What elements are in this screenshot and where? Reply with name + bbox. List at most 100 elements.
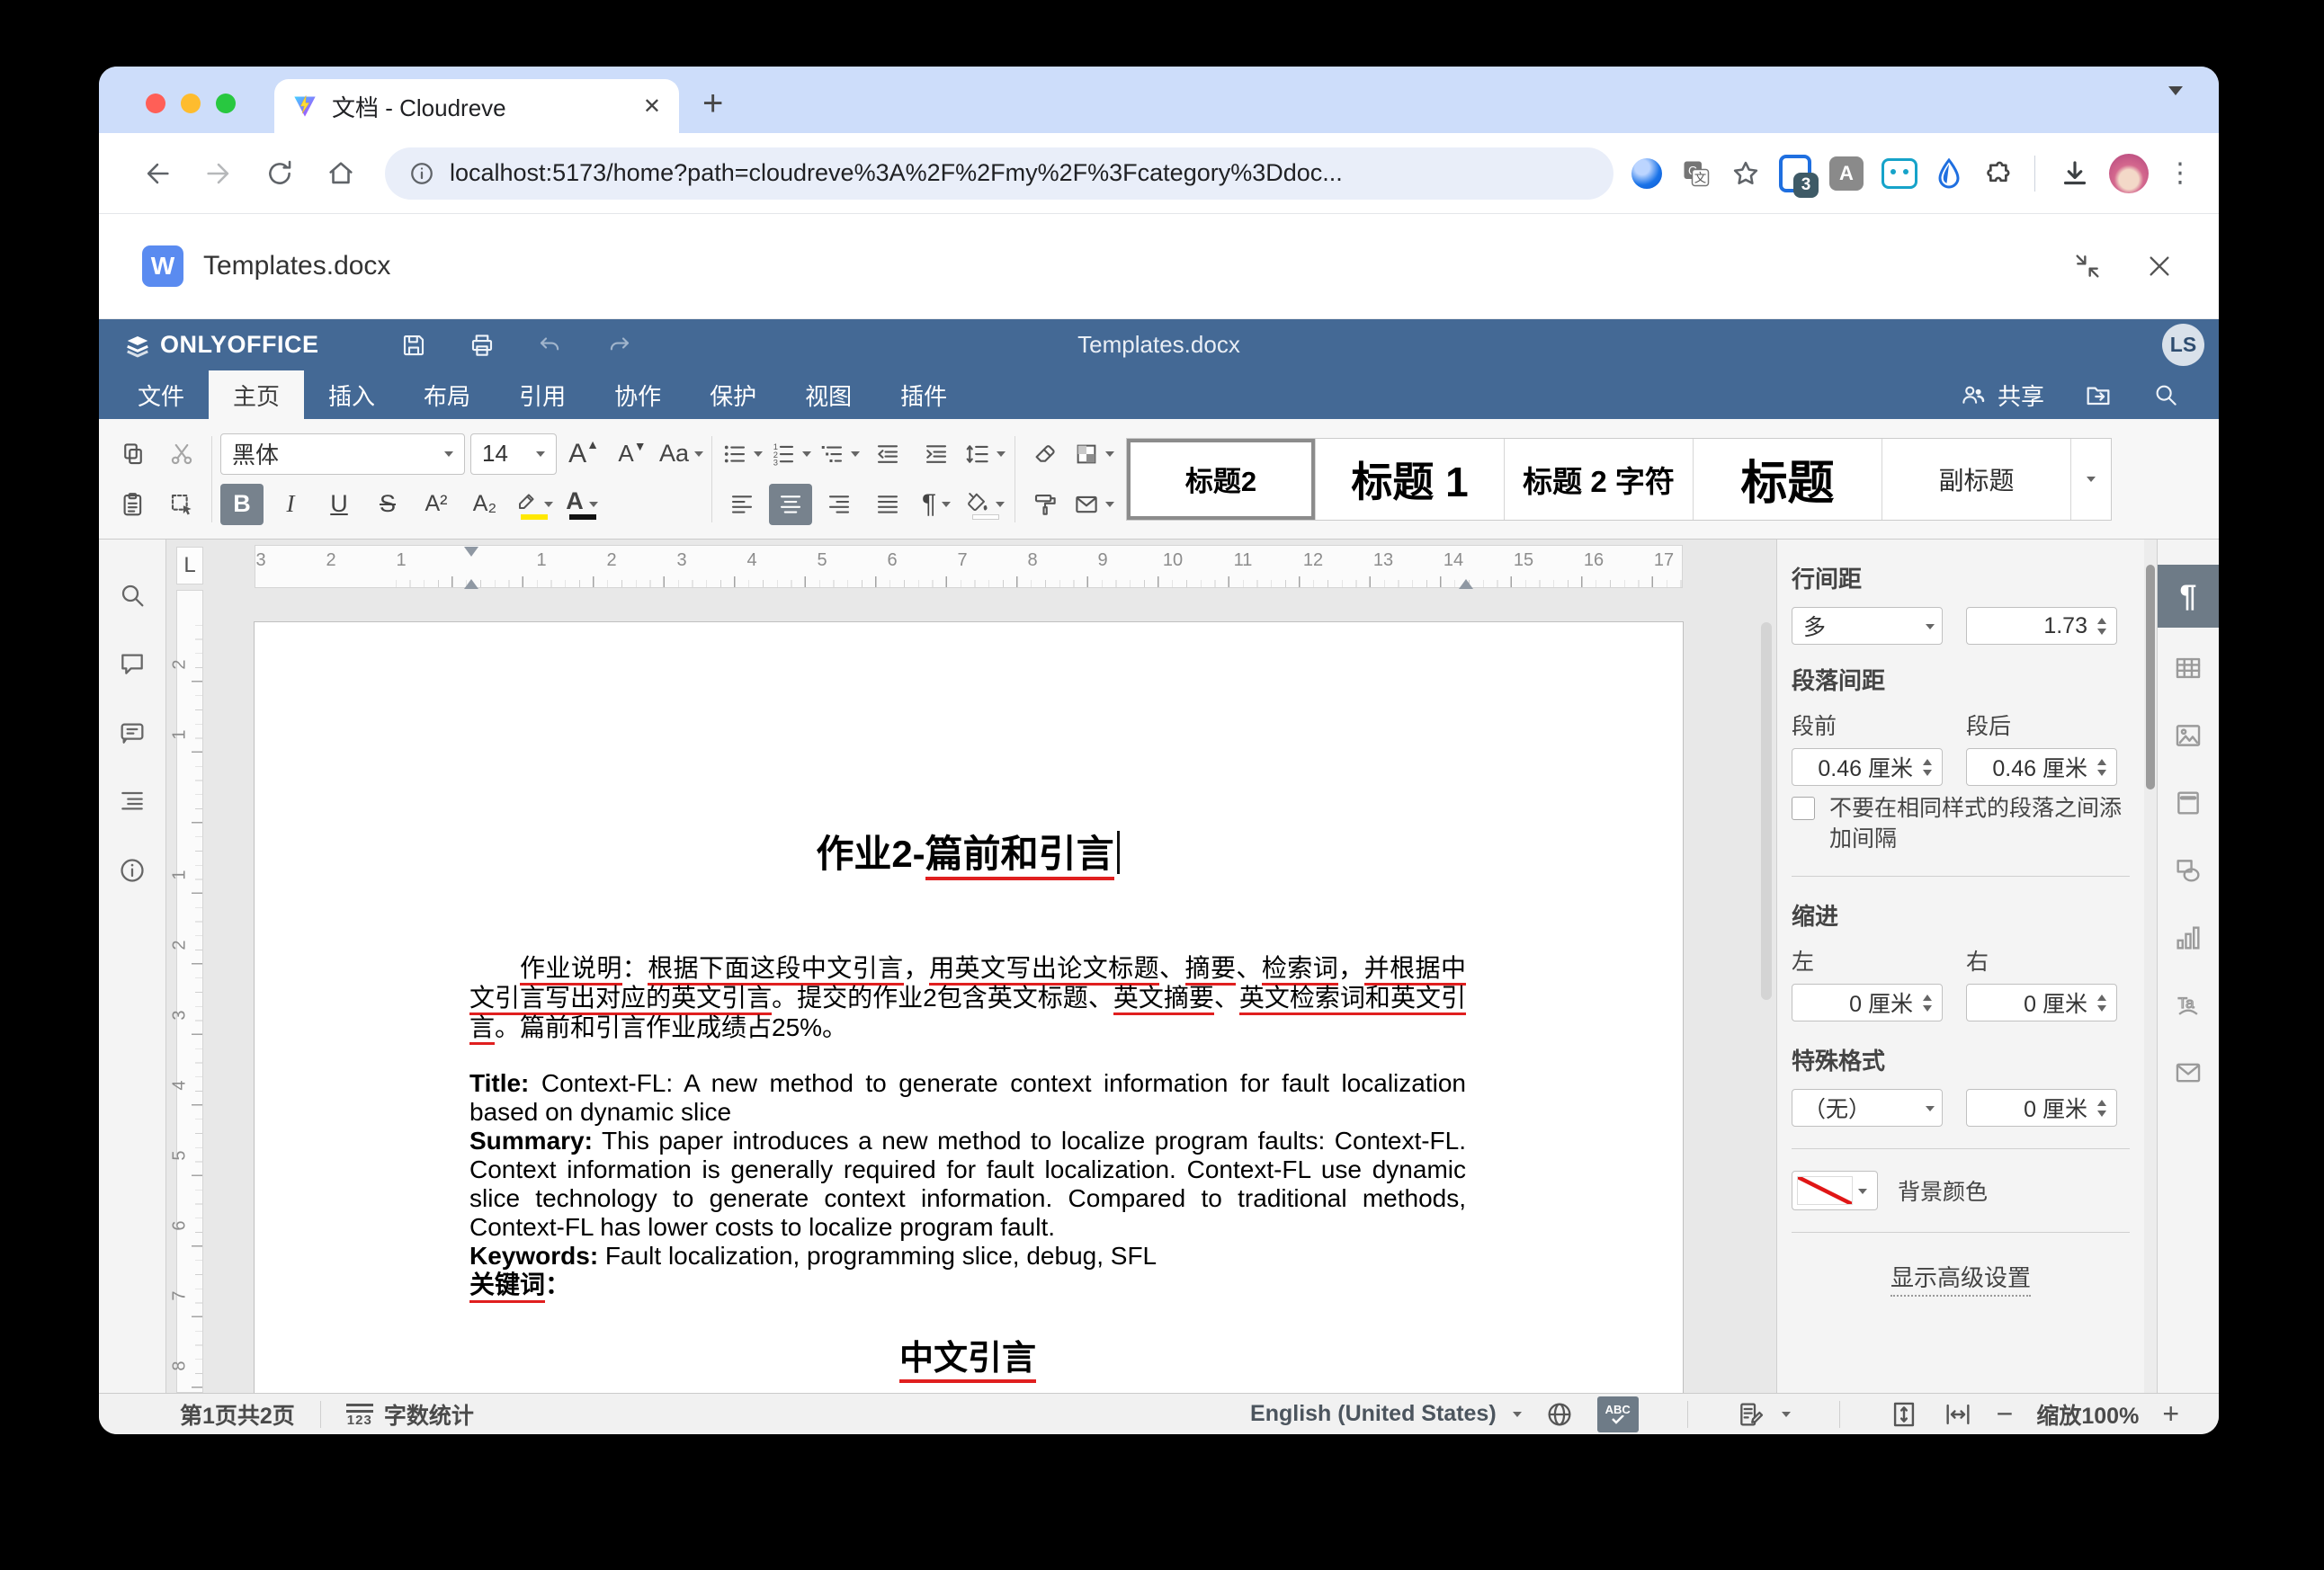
align-left-button[interactable] [720, 484, 764, 525]
open-location-icon[interactable] [2084, 380, 2113, 409]
back-button[interactable] [131, 147, 183, 200]
drop-extension-icon[interactable] [1935, 157, 1962, 190]
style-preview[interactable]: 标题 2 字符 [1505, 439, 1694, 520]
shrink-font-button[interactable]: A▼ [611, 433, 654, 475]
special-format-spinner[interactable]: 0 厘米 [1966, 1089, 2117, 1127]
menu-tab[interactable]: 协作 [590, 370, 685, 419]
paste-button[interactable] [112, 484, 155, 525]
paragraph-settings-tab[interactable]: ¶ [2158, 565, 2219, 628]
left-indent-marker[interactable] [464, 572, 478, 589]
clear-style-button[interactable] [1023, 433, 1067, 475]
zoom-out-button[interactable]: − [1997, 1397, 2014, 1431]
shape-settings-tab[interactable] [2158, 839, 2219, 902]
style-preview[interactable]: 标题2 [1127, 439, 1316, 520]
extensions-puzzle-icon[interactable] [1980, 158, 2011, 189]
phone-extension-icon[interactable]: 3 [1779, 155, 1811, 192]
spacing-after-spinner[interactable]: 0.46 厘米 [1966, 748, 2117, 786]
align-center-button[interactable] [769, 484, 812, 525]
document-scrollbar[interactable] [1761, 622, 1772, 1000]
zoom-level[interactable]: 缩放100% [2036, 1398, 2139, 1431]
indent-right-spinner[interactable]: 0 厘米 [1966, 984, 2117, 1021]
language-globe-icon[interactable] [1545, 1400, 1574, 1429]
print-icon[interactable] [469, 332, 496, 359]
textart-settings-tab[interactable]: Ta [2158, 974, 2219, 1037]
header-footer-settings-tab[interactable] [2158, 772, 2219, 834]
change-case-button[interactable]: Aa [659, 433, 703, 475]
no-space-same-style-checkbox[interactable] [1792, 797, 1815, 820]
font-size-select[interactable]: 14 [470, 433, 557, 475]
styles-gallery-expand[interactable] [2071, 439, 2111, 520]
right-indent-marker[interactable] [1459, 572, 1473, 589]
indent-left-spinner[interactable]: 0 厘米 [1792, 984, 1943, 1021]
mailmerge-settings-tab[interactable] [2158, 1041, 2219, 1104]
increase-indent-button[interactable] [915, 433, 958, 475]
decrease-indent-button[interactable] [866, 433, 909, 475]
save-icon[interactable] [400, 332, 427, 359]
find-button[interactable] [118, 581, 147, 610]
panel-scrollbar[interactable] [2144, 540, 2157, 1393]
font-name-select[interactable]: 黑体 [220, 433, 465, 475]
comments-button[interactable] [118, 649, 147, 678]
menu-tab[interactable]: 引用 [495, 370, 590, 419]
line-spacing-value-spinner[interactable]: 1.73 [1966, 607, 2117, 645]
superscript-button[interactable]: A² [415, 484, 458, 525]
menu-tab[interactable]: 视图 [781, 370, 876, 419]
mail-merge-button[interactable] [1072, 484, 1115, 525]
menu-tab[interactable]: 文件 [113, 370, 209, 419]
page-color-button[interactable] [1072, 433, 1115, 475]
word-count-button[interactable]: 123 字数统计 [346, 1398, 474, 1431]
tv-extension-icon[interactable] [1882, 158, 1917, 189]
line-spacing-button[interactable] [963, 433, 1006, 475]
menu-tab[interactable]: 主页 [209, 370, 304, 419]
style-preview[interactable]: 副标题 [1882, 439, 2071, 520]
minimize-window-button[interactable] [181, 94, 201, 113]
cut-button[interactable] [160, 433, 203, 475]
spellcheck-button[interactable]: ABC [1597, 1396, 1639, 1432]
avatar[interactable] [2109, 154, 2149, 193]
menu-tab[interactable]: 插件 [876, 370, 971, 419]
menu-tab[interactable]: 布局 [399, 370, 495, 419]
editor-canvas[interactable]: L 1231234567891011121314151617 121234567… [166, 540, 1776, 1393]
restore-icon[interactable] [2073, 252, 2102, 281]
menu-dots-icon[interactable]: ⋮ [2167, 160, 2194, 187]
close-window-button[interactable] [146, 94, 165, 113]
zoom-window-button[interactable] [216, 94, 236, 113]
paragraph-marks-button[interactable]: ¶ [915, 484, 958, 525]
image-settings-tab[interactable] [2158, 704, 2219, 767]
feedback-button[interactable] [118, 718, 147, 747]
spacing-before-spinner[interactable]: 0.46 厘米 [1792, 748, 1943, 786]
translate-icon[interactable]: G文 [1680, 157, 1712, 190]
redo-icon[interactable] [605, 332, 632, 359]
tab-close-icon[interactable]: ✕ [643, 94, 661, 120]
track-changes-button[interactable] [1737, 1400, 1791, 1429]
about-button[interactable] [118, 856, 147, 885]
multilevel-list-button[interactable] [818, 433, 861, 475]
reload-button[interactable] [254, 147, 306, 200]
navigation-button[interactable] [118, 786, 147, 815]
align-right-button[interactable] [818, 484, 861, 525]
justify-button[interactable] [866, 484, 909, 525]
document-page[interactable]: 作业2-篇前和引言 作业说明：根据下面这段中文引言，用英文写出论文标题、摘要、检… [255, 622, 1683, 1393]
style-preview[interactable]: 标题 1 [1316, 439, 1505, 520]
grow-font-button[interactable]: A▲ [562, 433, 605, 475]
special-format-select[interactable]: （无） [1792, 1089, 1943, 1127]
menu-tab[interactable]: 插入 [304, 370, 399, 419]
bookmark-star-icon[interactable] [1730, 158, 1761, 189]
background-color-picker[interactable] [1792, 1171, 1878, 1210]
new-tab-button[interactable]: + [702, 84, 723, 124]
show-advanced-settings-link[interactable]: 显示高级设置 [1792, 1260, 2130, 1293]
shading-button[interactable] [963, 484, 1006, 525]
fit-page-icon[interactable] [1889, 1399, 1919, 1430]
bullet-list-button[interactable] [720, 433, 764, 475]
select-all-button[interactable] [160, 484, 203, 525]
line-spacing-select[interactable]: 多 [1792, 607, 1943, 645]
italic-button[interactable]: I [269, 484, 312, 525]
download-icon[interactable] [2059, 157, 2091, 190]
fit-width-icon[interactable] [1943, 1399, 1973, 1430]
info-icon[interactable] [408, 160, 435, 187]
home-button[interactable] [315, 147, 367, 200]
highlight-color-button[interactable] [512, 484, 555, 525]
share-button[interactable]: 共享 [1960, 379, 2044, 412]
underline-button[interactable]: U [317, 484, 361, 525]
url-text[interactable]: localhost:5173/home?path=cloudreve%3A%2F… [450, 159, 1343, 187]
